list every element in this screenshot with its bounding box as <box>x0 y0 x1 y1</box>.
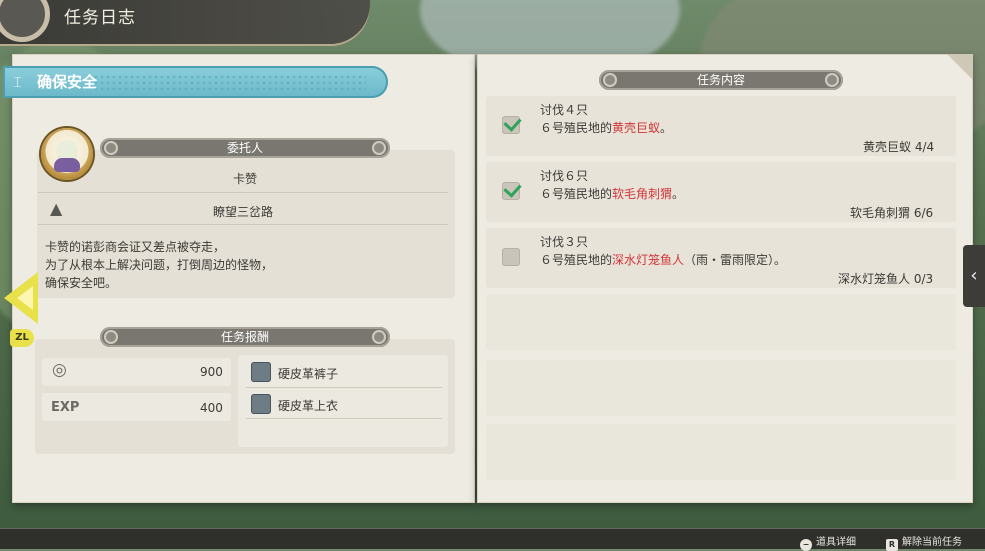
task-target: 软毛角刺猬 <box>612 187 673 201</box>
task-desc: ６号殖民地的深水灯笼鱼人（雨・雷雨限定）。 <box>540 251 786 268</box>
title-bar-pattern <box>93 74 366 90</box>
quest-title: 确保安全 <box>37 73 98 91</box>
pill-cap-left <box>104 141 118 155</box>
quest-marker-icon: ⌶ <box>13 73 23 91</box>
task-title: 讨伐６只 <box>540 169 589 183</box>
task-desc-post: （雨・雷雨限定）。 <box>684 253 787 267</box>
pill-cap-left <box>603 73 617 87</box>
arrow-highlight <box>17 286 33 310</box>
tasks-section-header: 任务内容 <box>599 70 843 90</box>
avatar-body <box>54 158 80 172</box>
pill-cap-left <box>104 330 118 344</box>
quest-title-bar: ⌶ 确保安全 <box>3 66 388 98</box>
tasks-section-label: 任务内容 <box>696 73 745 87</box>
r-button-icon: R <box>886 539 898 551</box>
quest-description-line-3: 确保安全吧。 <box>45 276 118 290</box>
empty-task-slot <box>486 360 956 416</box>
task-desc: ６号殖民地的黄壳巨蚁。 <box>540 119 672 136</box>
divider <box>246 418 442 419</box>
task-desc-post: 。 <box>672 187 685 201</box>
client-avatar <box>41 128 93 180</box>
pill-cap-right <box>825 73 839 87</box>
coin-icon: ◎ <box>52 360 67 380</box>
hint-item-details[interactable]: − 道具详细 <box>800 533 856 551</box>
quest-description-line-2: 为了从根本上解决问题，打倒周边的怪物， <box>45 258 274 272</box>
client-location: 瞭望三岔路 <box>213 205 274 219</box>
task-desc-post: 。 <box>660 121 673 135</box>
task-checkbox-checked <box>502 116 520 134</box>
task-checkbox-checked <box>502 182 520 200</box>
minus-button-icon: − <box>800 539 812 551</box>
client-name: 卡赞 <box>233 172 258 186</box>
client-section-label: 委托人 <box>226 141 263 155</box>
header-emblem <box>0 0 50 42</box>
reward-section-header: 任务报酬 <box>100 327 390 347</box>
divider <box>38 224 448 225</box>
task-progress: 深水灯笼鱼人 0/3 <box>838 272 934 286</box>
reward-exp-value: 400 <box>200 401 223 415</box>
task-checkbox-unchecked <box>502 248 520 266</box>
shirt-item-icon <box>251 394 271 414</box>
hint-item-details-label: 道具详细 <box>816 537 856 548</box>
reward-item-1: 硬皮革裤子 <box>278 367 339 381</box>
task-desc-pre: ６号殖民地的 <box>540 187 613 201</box>
task-progress: 黄壳巨蚁 4/4 <box>863 140 935 154</box>
hint-cancel-quest[interactable]: R 解除当前任务 <box>886 533 962 551</box>
reward-item-2: 硬皮革上衣 <box>278 399 339 413</box>
pill-cap-right <box>372 330 386 344</box>
hint-cancel-quest-label: 解除当前任务 <box>902 537 962 548</box>
side-tab-button[interactable]: ‹ <box>963 245 985 307</box>
exp-label: EXP <box>51 400 80 415</box>
task-title: 讨伐４只 <box>540 103 589 117</box>
zl-button-badge[interactable]: ZL <box>10 329 34 347</box>
divider <box>246 387 442 388</box>
window-header: 任务日志 <box>0 0 370 44</box>
location-icon: ▲ <box>50 199 63 218</box>
empty-task-slot <box>486 424 956 480</box>
task-desc: ６号殖民地的软毛角刺猬。 <box>540 185 684 202</box>
pill-cap-right <box>372 141 386 155</box>
task-target: 黄壳巨蚁 <box>612 121 661 135</box>
divider <box>38 192 448 193</box>
quest-description-line-1: 卡赞的诺彭商会证又差点被夺走， <box>45 240 226 254</box>
reward-section-label: 任务报酬 <box>220 330 269 344</box>
pants-item-icon <box>251 362 271 382</box>
client-section-header: 委托人 <box>100 138 390 158</box>
reward-money-value: 900 <box>200 365 223 379</box>
task-title: 讨伐３只 <box>540 235 589 249</box>
task-progress: 软毛角刺猬 6/6 <box>850 206 934 220</box>
task-desc-pre: ６号殖民地的 <box>540 253 613 267</box>
page-fold <box>947 54 973 80</box>
page-title: 任务日志 <box>64 8 136 28</box>
bottom-hint-bar: − 道具详细 R 解除当前任务 <box>0 529 985 551</box>
empty-task-slot <box>486 294 956 350</box>
task-desc-pre: ６号殖民地的 <box>540 121 613 135</box>
task-target: 深水灯笼鱼人 <box>612 253 685 267</box>
